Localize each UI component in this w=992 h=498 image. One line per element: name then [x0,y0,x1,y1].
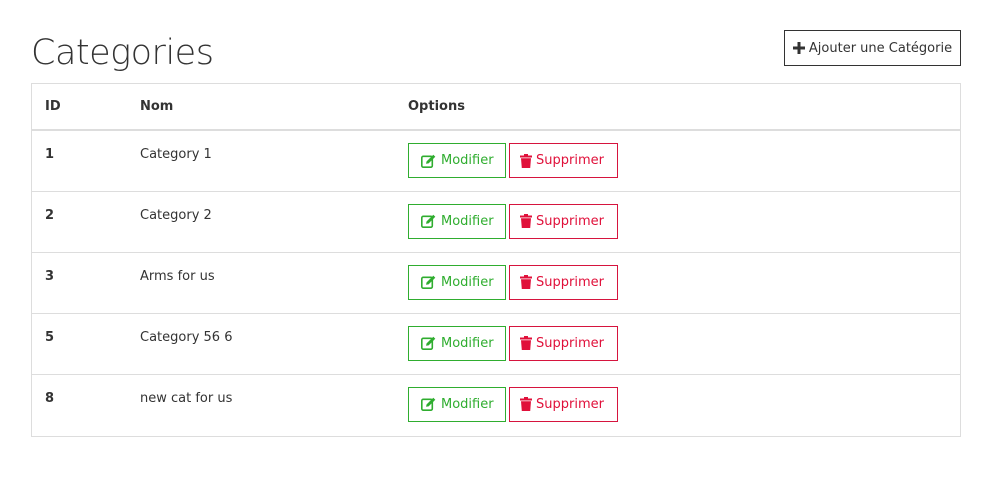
category-name: Category 56 6 [127,312,395,374]
edit-label: Modifier [441,335,494,351]
plus-icon [792,42,805,54]
table-row: 2 Category 2 Modifier Supprimer [32,190,960,252]
category-id: 1 [45,147,55,162]
delete-label: Supprimer [536,213,604,229]
categories-table: ID Nom Options 1 Category 1 Modifier Sup… [31,83,961,437]
edit-icon [421,154,436,168]
category-id: 3 [32,251,127,313]
edit-label: Modifier [441,274,494,290]
delete-label: Supprimer [536,274,604,290]
category-name: Category 2 [127,190,395,252]
row-options: Modifier Supprimer [395,130,960,191]
delete-button[interactable]: Supprimer [509,325,618,361]
trash-icon [520,397,532,411]
trash-icon [520,214,532,228]
delete-label: Supprimer [536,335,604,351]
category-name: Category 1 [140,147,212,162]
row-options: Modifier Supprimer [395,373,960,435]
edit-button[interactable]: Modifier [408,325,506,361]
delete-button[interactable]: Supprimer [509,143,618,178]
row-options: Modifier Supprimer [395,312,960,374]
edit-label: Modifier [441,396,494,412]
trash-icon [520,275,532,289]
column-header-options: Options [395,84,960,131]
trash-icon [520,153,532,168]
edit-label: Modifier [441,153,494,168]
category-name: new cat for us [127,373,395,435]
add-category-label: Ajouter une Catégorie [808,40,953,56]
delete-label: Supprimer [536,396,604,412]
table-header-row: ID Nom Options [32,84,960,131]
page-title: Categories [31,33,214,73]
table-row: 3 Arms for us Modifier Supprimer [32,251,960,313]
add-category-button[interactable]: Ajouter une Catégorie [784,30,961,66]
edit-label: Modifier [441,213,494,229]
column-header-nom: Nom [127,84,395,131]
column-header-id: ID [32,84,127,131]
table-row: 5 Category 56 6 Modifier Supprimer [32,312,960,374]
edit-icon [421,275,436,289]
row-options: Modifier Supprimer [395,251,960,313]
table-row: 1 Category 1 Modifier Supprimer [32,130,960,191]
trash-icon [520,336,532,350]
delete-label: Supprimer [536,153,604,168]
edit-button[interactable]: Modifier [408,386,506,422]
delete-button[interactable]: Supprimer [509,386,618,422]
edit-icon [421,336,436,350]
table-row: 8 new cat for us Modifier Supprimer [32,373,960,435]
category-id: 5 [32,312,127,374]
row-options: Modifier Supprimer [395,190,960,252]
edit-button[interactable]: Modifier [408,143,506,178]
category-id: 8 [32,373,127,435]
edit-icon [421,397,436,411]
edit-icon [421,214,436,228]
category-name: Arms for us [127,251,395,313]
category-id: 2 [32,190,127,252]
delete-button[interactable]: Supprimer [509,203,618,239]
edit-button[interactable]: Modifier [408,203,506,239]
delete-button[interactable]: Supprimer [509,264,618,300]
edit-button[interactable]: Modifier [408,264,506,300]
